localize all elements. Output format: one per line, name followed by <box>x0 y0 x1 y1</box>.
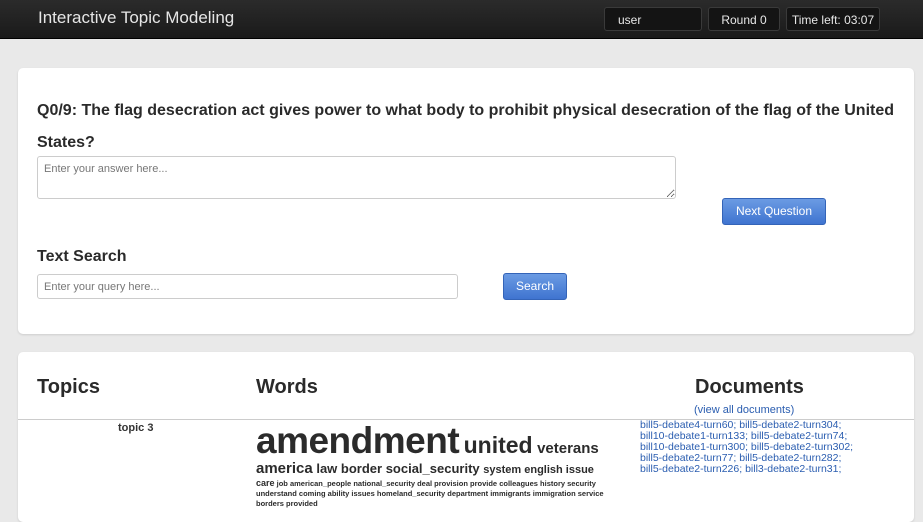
next-question-button[interactable]: Next Question <box>722 198 826 225</box>
app-title[interactable]: Interactive Topic Modeling <box>38 8 234 28</box>
cloud-words[interactable]: system english issue <box>483 464 594 476</box>
cloud-word[interactable]: care <box>256 478 275 488</box>
documents-heading: Documents <box>695 376 804 398</box>
document-link[interactable]: bill3-debate2-turn31; <box>745 463 841 475</box>
round-indicator: Round 0 <box>708 7 780 31</box>
text-search-heading: Text Search <box>37 248 127 265</box>
top-navbar: Interactive Topic Modeling user Round 0 … <box>0 0 923 39</box>
search-input[interactable] <box>37 274 458 299</box>
words-heading: Words <box>256 376 318 398</box>
question-panel: Q0/9: The flag desecration act gives pow… <box>18 68 914 334</box>
word-cloud: amendment united veterans america law bo… <box>256 422 628 509</box>
document-list: bill5-debate4-turn60; bill5-debate2-turn… <box>640 420 890 475</box>
topics-heading: Topics <box>37 376 100 398</box>
search-button[interactable]: Search <box>503 273 567 300</box>
question-text: Q0/9: The flag desecration act gives pow… <box>37 102 895 151</box>
view-all-documents-link[interactable]: (view all documents) <box>694 404 794 416</box>
topic-label[interactable]: topic 3 <box>118 422 153 434</box>
cloud-words[interactable]: job american_people national_security de… <box>256 479 604 508</box>
cloud-words[interactable]: law border social_security <box>316 461 479 476</box>
cloud-word[interactable]: veterans <box>537 440 599 457</box>
user-badge[interactable]: user <box>604 7 702 31</box>
cloud-word[interactable]: united <box>464 432 533 458</box>
answer-input[interactable] <box>37 156 676 199</box>
topics-panel: Topics Words Documents (view all documen… <box>18 352 914 522</box>
cloud-word[interactable]: america <box>256 460 313 477</box>
cloud-word[interactable]: amendment <box>256 420 460 461</box>
time-left-indicator: Time left: 03:07 <box>786 7 880 31</box>
document-link[interactable]: bill5-debate2-turn226; <box>640 463 742 475</box>
